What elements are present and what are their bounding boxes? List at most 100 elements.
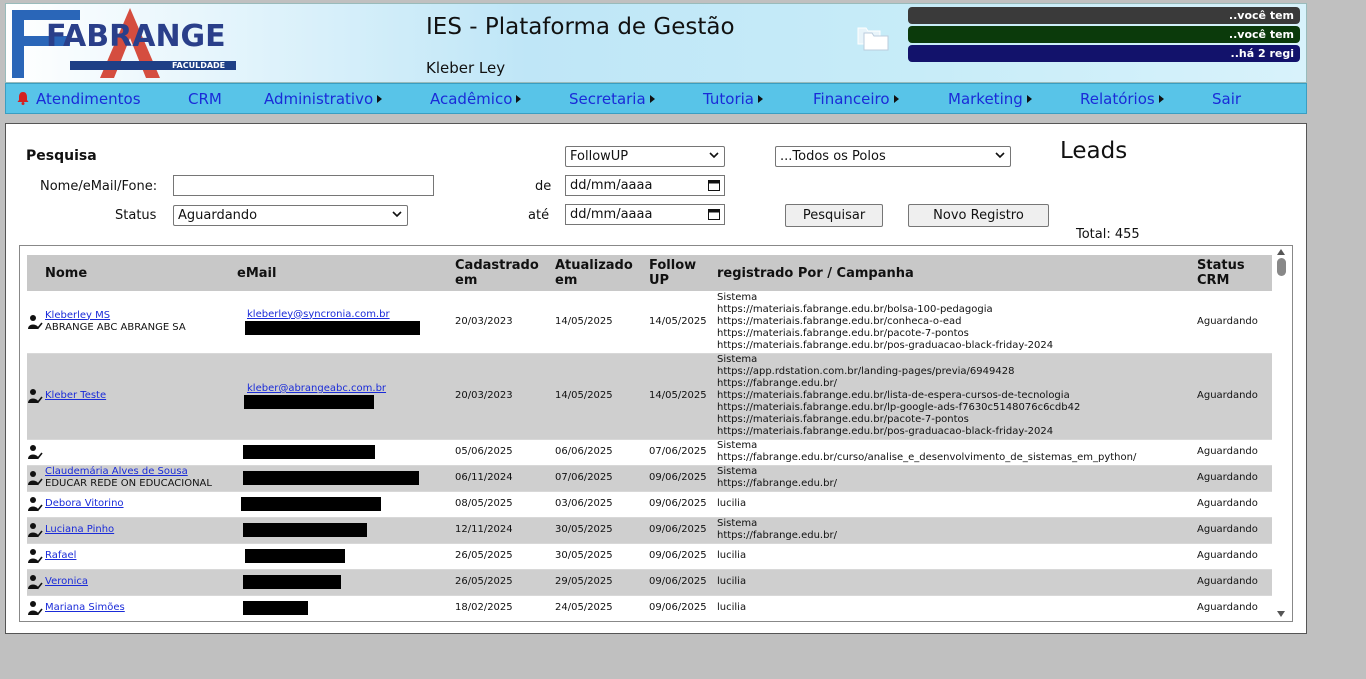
- cell-registered-by: lucilia: [717, 569, 1197, 595]
- cell-status: Aguardando: [1197, 472, 1258, 483]
- campaign-line: https://materiais.fabrange.edu.br/conhec…: [717, 315, 962, 327]
- logo-subtitle: FACULDADE: [172, 61, 225, 70]
- user-check-icon[interactable]: [27, 600, 43, 616]
- redacted-contact: [243, 471, 419, 485]
- cell-followup: 07/06/2025: [649, 446, 707, 457]
- status-select[interactable]: Aguardando: [173, 205, 408, 226]
- table-row[interactable]: Rafael 26/05/2025 30/05/2025 09/06/2025 luci…: [27, 543, 1272, 569]
- calendar-icon[interactable]: [708, 179, 720, 191]
- col-header-created[interactable]: Cadastrado em: [455, 255, 555, 291]
- user-check-icon[interactable]: [27, 388, 43, 404]
- menu-relatorios[interactable]: Relatórios: [1080, 90, 1164, 108]
- menu-administrativo[interactable]: Administrativo: [264, 90, 383, 108]
- polo-select[interactable]: ...Todos os Polos: [775, 146, 1011, 167]
- lead-name-link[interactable]: Claudemária Alves de Sousa: [45, 466, 188, 477]
- date-to-input[interactable]: dd/mm/aaaa: [565, 204, 725, 225]
- menu-label: Financeiro: [813, 90, 890, 108]
- col-header-email[interactable]: eMail: [237, 255, 455, 291]
- lead-email-link[interactable]: kleberley@syncronia.com.br: [247, 309, 455, 321]
- cell-email: [237, 491, 455, 517]
- cell-updated: 14/05/2025: [555, 390, 613, 401]
- campaign-line: https://materiais.fabrange.edu.br/pos-gr…: [717, 339, 1054, 351]
- table-row[interactable]: Debora Vitorino 08/05/2025 03/06/2025 09/06…: [27, 491, 1272, 517]
- cell-status: Aguardando: [1197, 602, 1258, 613]
- scroll-thumb[interactable]: [1277, 258, 1286, 276]
- leads-table-viewport[interactable]: Nome eMail Cadastrado em Atualizado em F…: [27, 255, 1272, 621]
- scroll-down-arrow-icon[interactable]: [1277, 611, 1285, 617]
- col-header-updated[interactable]: Atualizado em: [555, 255, 649, 291]
- table-row[interactable]: Luciana Pinho 12/11/2024 30/05/2025 09/06/2…: [27, 517, 1272, 543]
- cell-email: [237, 517, 455, 543]
- lead-name-link[interactable]: Luciana Pinho: [45, 524, 114, 535]
- menu-label: Sair: [1212, 90, 1242, 108]
- table-row[interactable]: Claudemária Alves de Sousa EDUCAR REDE ON…: [27, 465, 1272, 491]
- cell-registered-by: lucilia: [717, 595, 1197, 621]
- campaign-line: lucilia: [717, 602, 747, 613]
- menu-secretaria[interactable]: Secretaria: [569, 90, 655, 108]
- table-row[interactable]: Veronica 26/05/2025 29/05/2025 09/06/2025 lu…: [27, 569, 1272, 595]
- notification-bar-3[interactable]: ..há 2 regi: [908, 45, 1300, 62]
- menu-sair[interactable]: Sair: [1212, 90, 1241, 108]
- submenu-arrow-icon: [1158, 95, 1164, 103]
- cell-created: 12/11/2024: [455, 524, 513, 535]
- menu-atendimentos[interactable]: Atendimentos: [16, 90, 141, 108]
- cell-followup: 09/06/2025: [649, 576, 707, 587]
- date-from-input[interactable]: dd/mm/aaaa: [565, 175, 725, 196]
- menu-label: Administrativo: [264, 90, 374, 108]
- submenu-arrow-icon: [757, 95, 763, 103]
- cell-email: kleberley@syncronia.com.br: [237, 291, 455, 353]
- campaign-line: Sistema: [717, 466, 758, 477]
- user-check-icon[interactable]: [27, 444, 43, 460]
- table-row[interactable]: Mariana Simões 18/02/2025 24/05/2025 09/06/…: [27, 595, 1272, 621]
- followup-select[interactable]: FollowUP: [565, 146, 725, 167]
- col-header-name[interactable]: Nome: [27, 255, 237, 291]
- user-check-icon[interactable]: [27, 314, 43, 330]
- lead-name-link[interactable]: Mariana Simões: [45, 602, 125, 613]
- menu-tutoria[interactable]: Tutoria: [703, 90, 763, 108]
- menu-crm[interactable]: CRM: [188, 90, 222, 108]
- user-check-icon[interactable]: [27, 548, 43, 564]
- col-header-followup[interactable]: Follow UP: [649, 255, 717, 291]
- cell-email: [237, 439, 455, 465]
- cell-status: Aguardando: [1197, 576, 1258, 587]
- user-check-icon[interactable]: [27, 496, 43, 512]
- calendar-icon[interactable]: [708, 208, 720, 220]
- cell-name: Veronica: [27, 569, 237, 595]
- campaign-line: https://materiais.fabrange.edu.br/pacote…: [717, 327, 969, 339]
- chevron-down-icon: [995, 152, 1005, 159]
- table-row[interactable]: 05/06/2025 06/06/2025 07/06/2025 Sistema htt…: [27, 439, 1272, 465]
- lead-name-link[interactable]: Kleber Teste: [45, 390, 106, 401]
- table-row[interactable]: Kleber Teste kleber@abrangeabc.com.br 20/0…: [27, 353, 1272, 439]
- user-check-icon[interactable]: [27, 522, 43, 538]
- chevron-down-icon: [392, 211, 402, 218]
- campaign-line: https://materiais.fabrange.edu.br/pacote…: [717, 414, 969, 425]
- notification-bar-2[interactable]: ..você tem: [908, 26, 1300, 43]
- user-check-icon[interactable]: [27, 574, 43, 590]
- cell-name: Kleber Teste: [27, 353, 237, 439]
- folders-icon[interactable]: [856, 22, 890, 52]
- cell-registered-by: lucilia: [717, 543, 1197, 569]
- lead-name-link[interactable]: Rafael: [45, 550, 76, 561]
- scroll-up-arrow-icon[interactable]: [1277, 249, 1285, 255]
- menu-financeiro[interactable]: Financeiro: [813, 90, 899, 108]
- search-button[interactable]: Pesquisar: [785, 204, 883, 227]
- notification-bar-1[interactable]: ..você tem: [908, 7, 1300, 24]
- col-header-status[interactable]: Status CRM: [1197, 255, 1272, 291]
- name-email-phone-input[interactable]: [173, 175, 434, 196]
- menu-academico[interactable]: Acadêmico: [430, 90, 522, 108]
- table-scrollbar[interactable]: [1274, 246, 1289, 621]
- leads-panel: Pesquisa Nome/eMail/Fone: Status Aguarda…: [5, 123, 1307, 634]
- user-check-icon[interactable]: [27, 470, 43, 486]
- table-row[interactable]: Kleberley MS ABRANGE ABC ABRANGE SA kleber…: [27, 291, 1272, 353]
- new-record-button[interactable]: Novo Registro: [908, 204, 1049, 227]
- lead-name-link[interactable]: Debora Vitorino: [45, 498, 124, 509]
- submenu-arrow-icon: [516, 95, 522, 103]
- lead-name-link[interactable]: Kleberley MS: [45, 310, 110, 321]
- menu-marketing[interactable]: Marketing: [948, 90, 1032, 108]
- col-header-registered[interactable]: registrado Por / Campanha: [717, 255, 1197, 291]
- followup-select-value: FollowUP: [570, 149, 629, 164]
- redacted-contact: [244, 395, 374, 409]
- cell-created: 26/05/2025: [455, 576, 513, 587]
- lead-name-link[interactable]: Veronica: [45, 576, 88, 587]
- lead-email-link[interactable]: kleber@abrangeabc.com.br: [247, 383, 455, 395]
